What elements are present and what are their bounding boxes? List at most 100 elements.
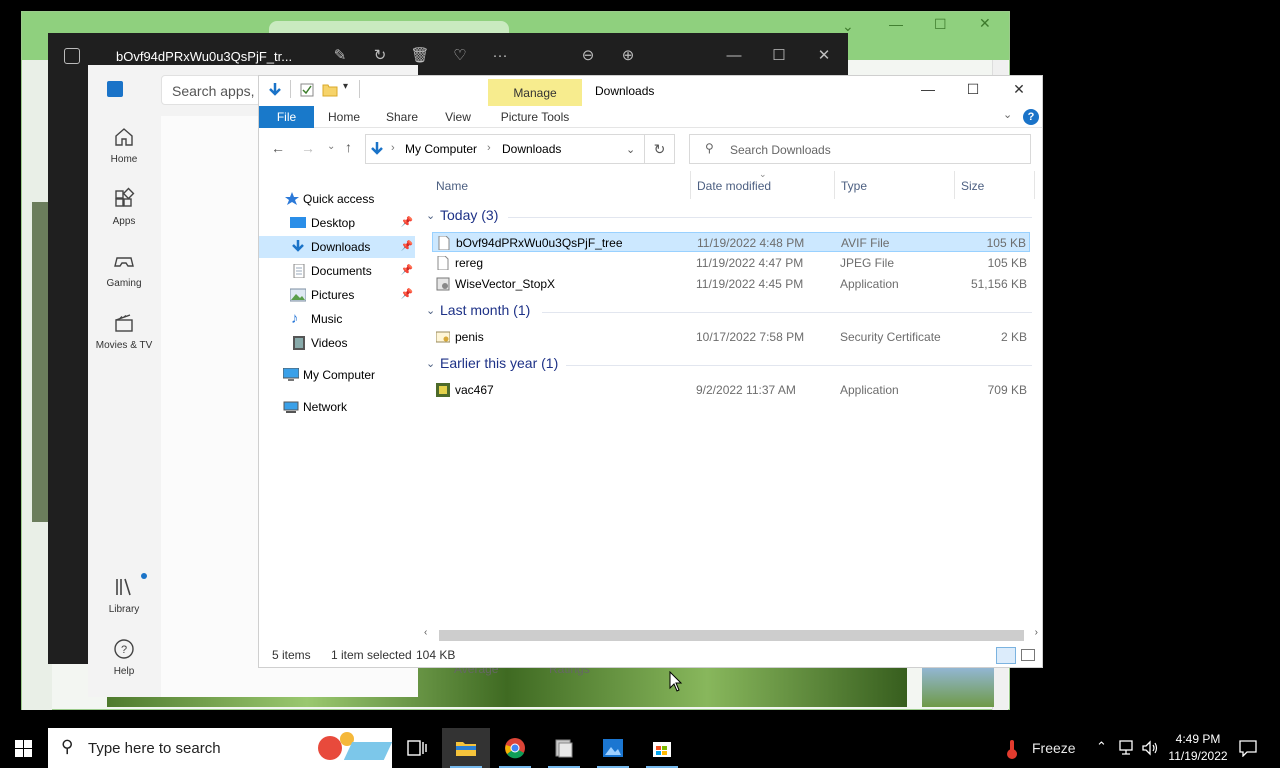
nav-gaming[interactable]: Gaming: [88, 249, 160, 289]
expand-ribbon-icon[interactable]: ⌄: [1003, 108, 1012, 121]
large-icons-view-icon[interactable]: [1021, 649, 1035, 661]
recent-locations-icon[interactable]: ⌄: [327, 141, 335, 152]
browser-close-icon[interactable]: ✕: [979, 15, 991, 32]
browser-minimize-icon[interactable]: —: [889, 16, 903, 32]
horizontal-scrollbar[interactable]: ‹ ›: [424, 627, 1038, 643]
volume-icon[interactable]: [1141, 740, 1159, 756]
file-row[interactable]: WiseVector_StopX 11/19/2022 4:45 PM Appl…: [432, 274, 1030, 294]
notifications-icon[interactable]: [1239, 740, 1257, 757]
file-explorer-window: ▾ Manage Downloads — ☐ ✕ File Home Share…: [258, 75, 1043, 668]
nav-home[interactable]: Home: [88, 125, 160, 165]
nav-music[interactable]: ♪ Music: [259, 308, 415, 330]
taskbar-store[interactable]: [638, 728, 686, 768]
file-row[interactable]: rereg 11/19/2022 4:47 PM JPEG File 105 K…: [432, 253, 1030, 273]
forward-icon[interactable]: →: [301, 140, 315, 156]
taskbar-photos[interactable]: [589, 728, 637, 768]
photos-minimize-icon[interactable]: —: [724, 46, 744, 66]
apps-icon: [112, 187, 136, 211]
refresh-icon[interactable]: ↻: [645, 134, 675, 164]
zoom-in-icon[interactable]: ⊕: [618, 46, 638, 66]
tab-picture-tools[interactable]: Picture Tools: [488, 106, 582, 128]
photos-maximize-icon[interactable]: ☐: [769, 46, 789, 66]
help-icon: ?: [112, 637, 136, 661]
tab-home[interactable]: Home: [319, 106, 369, 128]
nav-quick-access[interactable]: Quick access: [259, 188, 415, 210]
taskbar-chrome[interactable]: [491, 728, 539, 768]
nav-my-computer[interactable]: My Computer: [259, 364, 415, 386]
maximize-icon[interactable]: ☐: [950, 76, 996, 103]
column-date-modified[interactable]: Date modified: [697, 179, 771, 193]
nav-desktop[interactable]: Desktop 📌: [259, 212, 415, 234]
group-header-earlier-this-year[interactable]: ⌄ Earlier this year (1): [424, 355, 1034, 377]
column-divider[interactable]: [1034, 171, 1035, 199]
column-divider[interactable]: [834, 171, 835, 199]
properties-icon[interactable]: [300, 83, 314, 97]
delete-icon[interactable]: 🗑: [410, 46, 430, 66]
network-status-icon[interactable]: [1117, 740, 1135, 756]
more-options-icon[interactable]: ···: [490, 46, 510, 66]
store-search-input[interactable]: Search apps, g: [161, 75, 261, 105]
downloads-arrow-icon[interactable]: [267, 82, 283, 98]
nav-apps[interactable]: Apps: [88, 187, 160, 227]
address-bar[interactable]: › My Computer › Downloads ⌄: [365, 134, 645, 164]
edit-image-icon[interactable]: ✎: [330, 46, 350, 66]
breadcrumb-my-computer[interactable]: My Computer: [405, 142, 477, 156]
scrollbar-thumb[interactable]: [439, 630, 1024, 641]
nav-library[interactable]: Library: [88, 573, 160, 615]
minimize-icon[interactable]: —: [905, 76, 951, 103]
nav-pictures[interactable]: Pictures 📌: [259, 284, 415, 306]
photos-close-icon[interactable]: ✕: [814, 46, 834, 66]
column-type[interactable]: Type: [841, 179, 867, 193]
scroll-right-icon[interactable]: ›: [1035, 627, 1038, 638]
favorite-icon[interactable]: ♡: [450, 46, 470, 66]
breadcrumb-downloads[interactable]: Downloads: [502, 142, 561, 156]
nav-movies-tv[interactable]: Movies & TV: [88, 311, 160, 351]
taskbar-wisevector[interactable]: [540, 728, 588, 768]
show-hidden-icons[interactable]: ⌃: [1096, 739, 1107, 755]
collapse-chevron-icon: ⌄: [426, 210, 436, 222]
rotate-icon[interactable]: ↻: [370, 46, 390, 66]
freeze-thermometer-icon[interactable]: [1001, 738, 1023, 760]
column-size[interactable]: Size: [961, 179, 984, 193]
details-view-icon[interactable]: [996, 647, 1016, 664]
nav-videos[interactable]: Videos: [259, 332, 415, 354]
nav-network[interactable]: Network: [259, 396, 415, 418]
download-icon: [292, 240, 304, 252]
manage-context-tab[interactable]: Manage: [488, 79, 582, 106]
tab-view[interactable]: View: [433, 106, 483, 128]
windows-start-icon[interactable]: [15, 740, 32, 757]
pin-icon: 📌: [400, 241, 413, 252]
window-title: Downloads: [595, 84, 655, 98]
nav-documents[interactable]: Documents 📌: [259, 260, 415, 282]
system-clock[interactable]: 4:49 PM 11/19/2022: [1160, 731, 1236, 765]
column-divider[interactable]: [690, 171, 691, 199]
tab-file[interactable]: File: [259, 106, 314, 128]
freeze-label[interactable]: Freeze: [1032, 740, 1076, 756]
nav-help[interactable]: ? Help: [88, 637, 160, 677]
column-name[interactable]: Name: [436, 179, 468, 193]
back-icon[interactable]: ←: [271, 140, 285, 156]
column-divider[interactable]: [954, 171, 955, 199]
new-folder-icon[interactable]: [322, 83, 338, 97]
help-icon[interactable]: ?: [1023, 109, 1039, 125]
up-icon[interactable]: ↑: [345, 139, 352, 155]
tab-share[interactable]: Share: [377, 106, 427, 128]
browser-maximize-icon[interactable]: ☐: [934, 16, 947, 33]
explorer-titlebar: ▾ Manage Downloads — ☐ ✕: [259, 76, 1042, 106]
group-header-last-month[interactable]: ⌄ Last month (1): [424, 302, 1034, 324]
address-dropdown-icon[interactable]: ⌄: [626, 143, 635, 156]
file-row[interactable]: bOvf94dPRxWu0u3QsPjF_tree 11/19/2022 4:4…: [432, 232, 1030, 252]
group-header-today[interactable]: ⌄ Today (3): [424, 207, 1034, 229]
taskbar-search-box[interactable]: ⚲ Type here to search: [48, 728, 393, 768]
file-row[interactable]: penis 10/17/2022 7:58 PM Security Certif…: [432, 327, 1030, 347]
scroll-left-icon[interactable]: ‹: [424, 627, 427, 638]
file-row[interactable]: vac467 9/2/2022 11:37 AM Application 709…: [432, 380, 1030, 400]
breadcrumb-separator-icon: ›: [391, 142, 395, 154]
task-view-button[interactable]: [393, 728, 441, 768]
close-icon[interactable]: ✕: [996, 76, 1042, 103]
zoom-out-icon[interactable]: ⊖: [578, 46, 598, 66]
nav-downloads[interactable]: Downloads 📌: [259, 236, 415, 258]
search-input[interactable]: Search Downloads: [689, 134, 1031, 164]
qat-dropdown-icon[interactable]: ▾: [343, 81, 348, 92]
taskbar-file-explorer[interactable]: [442, 728, 490, 768]
